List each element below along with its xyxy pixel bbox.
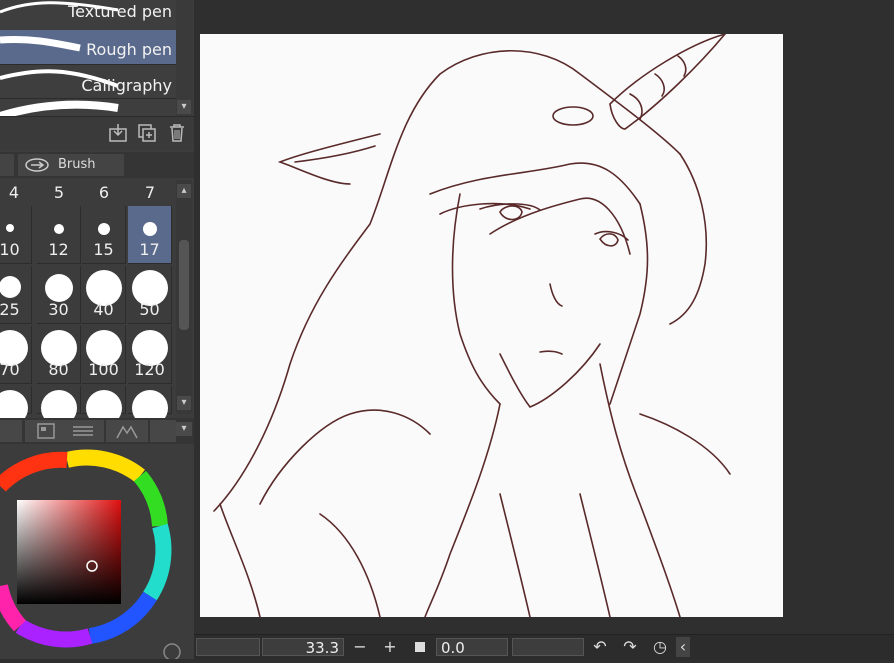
size-cell[interactable]: 120 (128, 326, 172, 384)
navigator-slider[interactable] (196, 638, 260, 656)
size-cell[interactable] (82, 386, 126, 426)
canvas-area[interactable] (194, 0, 894, 634)
brush-size-grid: 4 5 6 7 10 12 15 17 25 30 40 50 70 80 10… (0, 180, 176, 426)
sliders-icon (73, 426, 93, 436)
chevron-down-icon[interactable]: ▾ (177, 100, 191, 114)
color-wheel[interactable] (0, 446, 194, 661)
size-dot (97, 223, 110, 235)
rotation-input[interactable]: 0.0 (436, 638, 508, 657)
size-value: 10 (0, 240, 20, 259)
zoom-in-button[interactable]: + (380, 637, 400, 657)
size-cell[interactable] (128, 386, 172, 426)
size-grid-scrollbar[interactable]: ▴ ▾ (176, 180, 192, 414)
duplicate-icon[interactable] (137, 123, 157, 143)
scroll-thumb[interactable] (179, 240, 189, 330)
tab-palette[interactable] (25, 420, 67, 442)
size-cell-label[interactable]: 5 (37, 180, 81, 206)
tab-brush-size[interactable]: Brush Size (18, 154, 124, 194)
square-icon (415, 642, 425, 652)
brush-item-calligraphy[interactable]: Calligraphy (0, 64, 176, 99)
size-cell[interactable]: 15 (82, 206, 126, 264)
link-icon (25, 158, 49, 172)
brush-tools-bar (0, 116, 194, 149)
size-value: 30 (48, 300, 69, 319)
size-dot (0, 276, 21, 298)
color-picker (0, 446, 194, 661)
brush-item-partial[interactable] (0, 98, 176, 116)
mountain-icon (116, 425, 138, 439)
palette-tabs: ▾ (0, 418, 194, 444)
size-dot (44, 274, 73, 302)
size-cell-label[interactable]: 4 (0, 180, 36, 206)
no-entry-icon[interactable] (163, 643, 181, 661)
chevron-left-icon[interactable]: ‹ (676, 637, 690, 657)
chevron-down-icon[interactable]: ▾ (176, 422, 192, 436)
brush-list: Textured pen Rough pen Calligraphy (0, 0, 176, 116)
size-cell[interactable]: 80 (37, 326, 81, 384)
line-art-drawing (213, 33, 731, 618)
brush-item-rough-pen[interactable]: Rough pen (0, 30, 176, 65)
size-value: 17 (139, 240, 160, 259)
zoom-out-button[interactable]: − (350, 637, 370, 657)
chevron-up-icon[interactable]: ▴ (177, 184, 191, 198)
size-value: 12 (48, 240, 69, 259)
brush-size-tabs: Brush Size (0, 152, 194, 194)
rotation-slider[interactable] (512, 638, 584, 656)
size-value: 100 (88, 360, 119, 379)
chevron-down-icon[interactable]: ▾ (177, 396, 191, 410)
size-dot (5, 224, 14, 232)
reset-rotation-icon[interactable]: ◷ (650, 637, 670, 657)
size-cell[interactable]: 40 (82, 266, 126, 324)
size-dot (142, 222, 157, 236)
size-cell-label[interactable]: 6 (82, 180, 126, 206)
size-value: 80 (48, 360, 69, 379)
rotate-left-icon[interactable]: ↶ (590, 637, 610, 657)
size-value: 25 (0, 300, 20, 319)
size-value: 50 (139, 300, 160, 319)
brush-item-textured-pen[interactable]: Textured pen (0, 0, 176, 31)
brush-stroke-preview (0, 100, 119, 116)
import-icon[interactable] (108, 123, 128, 143)
status-bar: 33.3 − + 0.0 ↶ ↷ ◷ ‹ (194, 634, 894, 660)
size-cell[interactable]: 10 (0, 206, 32, 264)
size-cell[interactable] (0, 386, 32, 426)
size-value: 15 (93, 240, 114, 259)
size-cell-label[interactable]: 7 (128, 180, 172, 206)
tab-sliders[interactable] (62, 420, 104, 442)
brush-label: Textured pen (68, 2, 172, 21)
brush-label: Rough pen (86, 40, 172, 59)
size-value: 40 (93, 300, 114, 319)
palette-icon (37, 423, 55, 439)
size-dot (53, 224, 64, 234)
size-cell[interactable]: 25 (0, 266, 32, 324)
tab-previous[interactable] (0, 154, 14, 176)
zoom-input[interactable]: 33.3 (262, 638, 344, 657)
size-cell[interactable]: 12 (37, 206, 81, 264)
brush-label: Calligraphy (81, 76, 172, 95)
left-panel: Textured pen Rough pen Calligraphy ▾ Bru… (0, 0, 194, 661)
fit-button[interactable] (410, 637, 430, 657)
tab-color-wheel[interactable] (0, 420, 22, 442)
trash-icon[interactable] (167, 123, 187, 143)
size-value: 70 (0, 360, 20, 379)
size-cell-selected[interactable]: 17 (128, 206, 172, 264)
tab-gradient[interactable] (106, 420, 148, 442)
canvas-paper[interactable] (200, 33, 783, 618)
tab-more[interactable] (150, 420, 176, 442)
size-cell[interactable] (37, 386, 81, 426)
size-cell[interactable]: 30 (37, 266, 81, 324)
rotate-right-icon[interactable]: ↷ (620, 637, 640, 657)
brush-list-scrollbar[interactable]: ▾ (176, 0, 192, 116)
size-cell[interactable]: 70 (0, 326, 32, 384)
size-cell[interactable]: 100 (82, 326, 126, 384)
size-cell[interactable]: 50 (128, 266, 172, 324)
size-value: 120 (134, 360, 165, 379)
